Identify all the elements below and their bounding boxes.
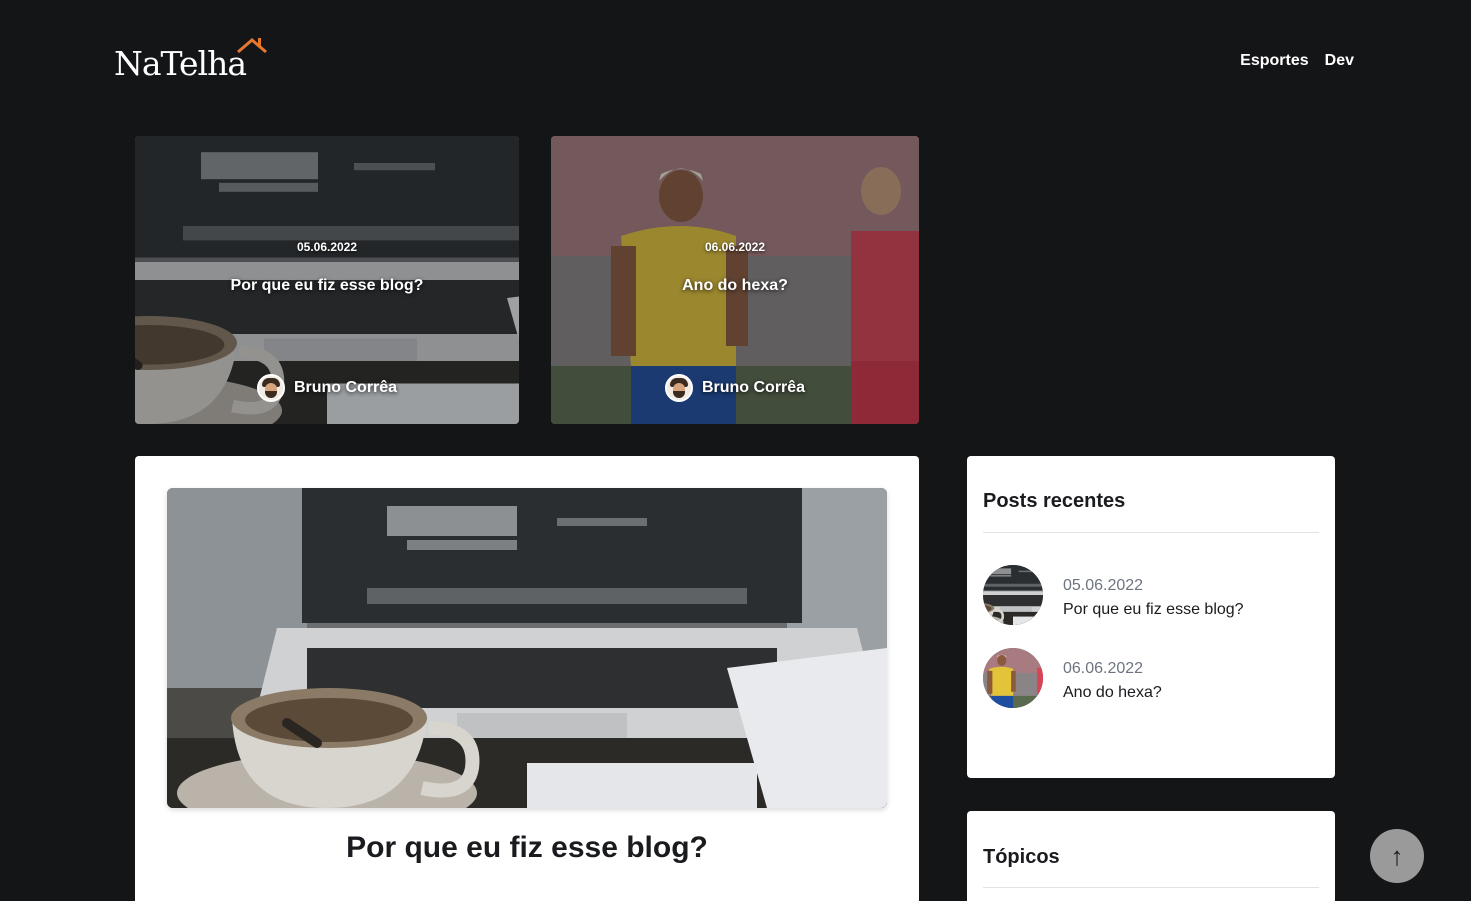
back-to-top-button[interactable]: ↑ [1370, 829, 1424, 883]
logo-text: NaTelha [114, 44, 247, 83]
nav-item-dev[interactable]: Dev [1325, 52, 1354, 70]
recent-post-title[interactable]: Por que eu fiz esse blog? [1063, 601, 1244, 619]
featured-author: Bruno Corrêa [551, 374, 919, 402]
nav-item-esportes[interactable]: Esportes [1240, 52, 1308, 70]
arrow-up-icon: ↑ [1390, 840, 1404, 871]
author-avatar [256, 374, 285, 402]
divider [983, 887, 1319, 888]
roof-icon [237, 38, 267, 54]
recent-post-thumbnail[interactable] [983, 565, 1043, 625]
topics-widget: Tópicos [967, 811, 1335, 901]
featured-title[interactable]: Por que eu fiz esse blog? [135, 277, 519, 295]
recent-posts-heading: Posts recentes [983, 490, 1126, 512]
article-title[interactable]: Por que eu fiz esse blog? [135, 831, 919, 865]
recent-post-title[interactable]: Ano do hexa? [1063, 684, 1162, 702]
recent-post-thumbnail[interactable] [983, 648, 1043, 708]
article-image[interactable] [167, 488, 887, 808]
recent-post-date: 06.06.2022 [1063, 660, 1144, 677]
recent-post-date: 05.06.2022 [1063, 577, 1144, 594]
featured-card[interactable]: 05.06.2022 Por que eu fiz esse blog? Bru… [135, 136, 519, 424]
featured-author: Bruno Corrêa [135, 374, 519, 402]
featured-title[interactable]: Ano do hexa? [551, 277, 919, 295]
featured-date: 06.06.2022 [704, 240, 766, 254]
recent-posts-widget: Posts recentes 05.06.2022 Por que eu fiz… [967, 456, 1335, 778]
featured-date: 05.06.2022 [296, 240, 358, 254]
site-logo[interactable]: NaTelha [114, 36, 269, 84]
topics-heading: Tópicos [983, 846, 1060, 868]
main-nav: Esportes Dev [1240, 52, 1354, 70]
author-avatar [664, 374, 693, 402]
recent-post-item[interactable]: 06.06.2022 Ano do hexa? [983, 648, 1319, 708]
recent-post-item[interactable]: 05.06.2022 Por que eu fiz esse blog? [983, 565, 1319, 625]
author-name: Bruno Corrêa [293, 379, 398, 396]
author-name: Bruno Corrêa [701, 379, 806, 396]
featured-card[interactable]: 06.06.2022 Ano do hexa? Bruno Corrêa [551, 136, 919, 424]
divider [983, 532, 1319, 533]
article-card: Por que eu fiz esse blog? [135, 456, 919, 901]
